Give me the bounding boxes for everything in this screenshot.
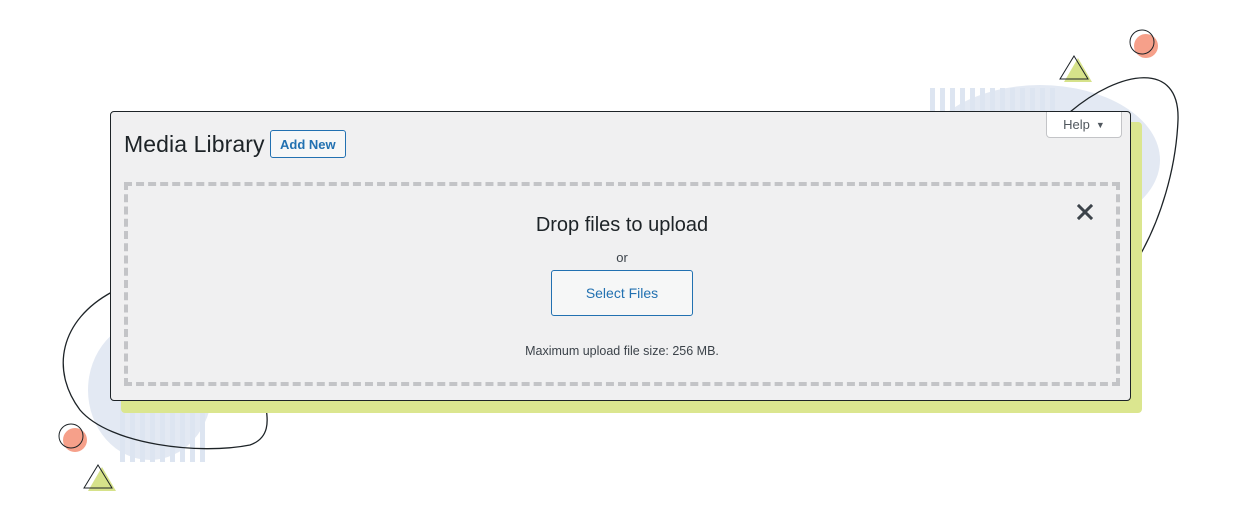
help-label: Help [1063, 117, 1090, 132]
drop-files-heading: Drop files to upload [535, 214, 709, 236]
media-library-panel: Media Library Add New Help ▼ Drop files … [110, 111, 1131, 401]
circle-top-right [1134, 34, 1158, 58]
or-text: or [616, 250, 628, 265]
add-new-button[interactable]: Add New [270, 130, 346, 158]
help-tab-button[interactable]: Help ▼ [1046, 112, 1122, 138]
select-files-button[interactable]: Select Files [551, 270, 693, 316]
page-title: Media Library [124, 131, 265, 157]
circle-bottom-left [63, 428, 87, 452]
upload-dropzone[interactable]: Drop files to upload or Select Files Max… [124, 182, 1120, 386]
max-upload-size-text: Maximum upload file size: 256 MB. [525, 344, 719, 358]
caret-down-icon: ▼ [1095, 119, 1105, 130]
